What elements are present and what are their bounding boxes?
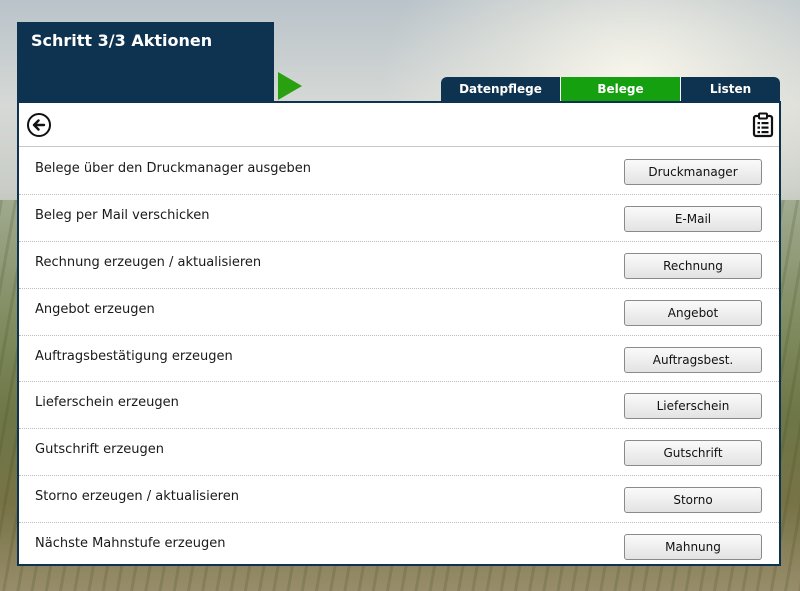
action-list: Belege über den Druckmanager ausgeben Dr… [19, 148, 779, 570]
play-arrow-icon [278, 72, 302, 100]
clipboard-list-icon[interactable] [752, 112, 774, 142]
action-row-lieferschein: Lieferschein erzeugen Lieferschein [19, 382, 779, 430]
action-row-druckmanager: Belege über den Druckmanager ausgeben Dr… [19, 148, 779, 195]
action-row-email: Beleg per Mail verschicken E-Mail [19, 195, 779, 242]
angebot-button[interactable]: Angebot [624, 299, 762, 326]
action-row-mahnung: Nächste Mahnstufe erzeugen Mahnung [19, 523, 779, 570]
action-label: Rechnung erzeugen / aktualisieren [35, 254, 262, 270]
action-label: Beleg per Mail verschicken [35, 207, 210, 223]
action-row-angebot: Angebot erzeugen Angebot [19, 289, 779, 336]
tab-datenpflege[interactable]: Datenpflege [441, 77, 561, 101]
auftragsbest-button[interactable]: Auftragsbest. [624, 346, 762, 373]
tab-bar: Datenpflege Belege Listen [441, 77, 780, 101]
storno-button[interactable]: Storno [624, 487, 762, 514]
lieferschein-button[interactable]: Lieferschein [624, 393, 762, 420]
action-label: Storno erzeugen / aktualisieren [35, 489, 239, 505]
action-label: Gutschrift erzeugen [35, 442, 164, 458]
action-label: Lieferschein erzeugen [35, 395, 179, 411]
email-button[interactable]: E-Mail [624, 205, 762, 232]
rechnung-button[interactable]: Rechnung [624, 252, 762, 279]
back-arrow-circle-icon[interactable] [27, 113, 51, 137]
step-header: Schritt 3/3 Aktionen [17, 22, 274, 102]
actions-panel: Belege über den Druckmanager ausgeben Dr… [17, 101, 781, 566]
toolbar [19, 103, 779, 147]
tab-belege[interactable]: Belege [561, 77, 681, 101]
action-label: Auftragsbestätigung erzeugen [35, 348, 233, 364]
druckmanager-button[interactable]: Druckmanager [624, 159, 762, 185]
action-row-rechnung: Rechnung erzeugen / aktualisieren Rechnu… [19, 242, 779, 289]
action-row-auftragsbestaetigung: Auftragsbestätigung erzeugen Auftragsbes… [19, 336, 779, 383]
action-label: Belege über den Druckmanager ausgeben [35, 161, 312, 176]
action-label: Nächste Mahnstufe erzeugen [35, 536, 226, 552]
step-title: Schritt 3/3 Aktionen [31, 31, 213, 50]
tab-listen[interactable]: Listen [681, 77, 780, 101]
action-label: Angebot erzeugen [35, 301, 155, 317]
mahnung-button[interactable]: Mahnung [624, 534, 762, 561]
action-row-gutschrift: Gutschrift erzeugen Gutschrift [19, 429, 779, 477]
action-row-storno: Storno erzeugen / aktualisieren Storno [19, 476, 779, 524]
gutschrift-button[interactable]: Gutschrift [624, 440, 762, 467]
